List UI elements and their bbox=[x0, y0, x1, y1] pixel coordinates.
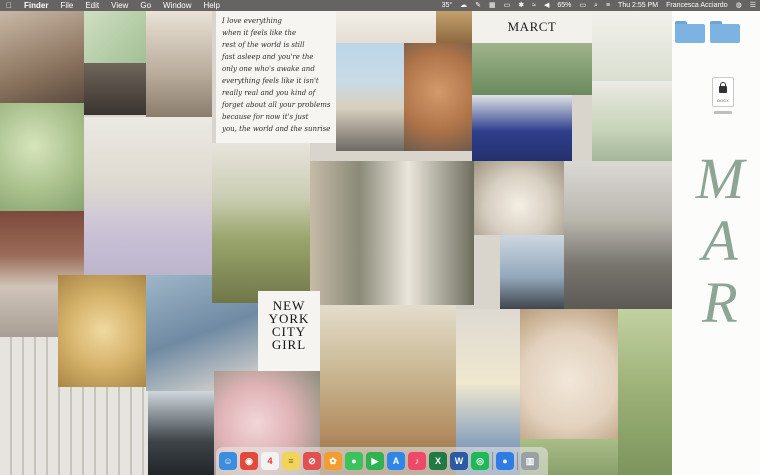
dock-word-icon[interactable]: W bbox=[450, 452, 468, 470]
dock-messages-icon[interactable]: ● bbox=[345, 452, 363, 470]
quote-line: fast asleep and you're the bbox=[222, 53, 314, 61]
cloud-icon[interactable]: ☁ bbox=[456, 0, 471, 11]
photo-hoodie bbox=[148, 391, 214, 475]
photo-knit-sweater bbox=[212, 143, 310, 303]
photo-latte bbox=[436, 11, 472, 43]
quote-line: because for now it's just bbox=[222, 113, 309, 121]
status-area: 35° ☁ ✎ ▦ ▭ ✱ ≈ ◀ 65% ▭ ⌕ ≡ Thu 2:55 PM … bbox=[438, 0, 760, 11]
dock-messenger-icon[interactable]: ● bbox=[496, 452, 514, 470]
photo-flowers-girl bbox=[84, 117, 212, 285]
photo-poodle bbox=[404, 43, 472, 151]
photo-matcha-cake bbox=[618, 309, 672, 475]
nyc-line: GIRL bbox=[271, 337, 307, 352]
magazine-marct: MARCT bbox=[472, 11, 592, 43]
quote-line: when it feels like the bbox=[222, 29, 297, 37]
photo-coffee-girl bbox=[0, 11, 84, 103]
photo-dogs bbox=[84, 63, 146, 115]
quote-line: I love everything bbox=[222, 17, 282, 25]
menu-go[interactable]: Go bbox=[134, 0, 157, 11]
dock-music-icon[interactable]: ♪ bbox=[408, 452, 426, 470]
desktop-area: DOCX M A R bbox=[672, 11, 760, 475]
quote-line: rest of the world is still bbox=[222, 41, 305, 49]
dock-finder-icon[interactable]: ☺ bbox=[219, 452, 237, 470]
photo-pasta bbox=[58, 275, 148, 387]
photo-vase bbox=[592, 11, 672, 81]
dock-notes-icon[interactable]: ≡ bbox=[282, 452, 300, 470]
photo-green-shirt bbox=[84, 11, 146, 63]
user-name[interactable]: Francesca Acciardo bbox=[662, 0, 731, 11]
dock-separator bbox=[492, 452, 493, 470]
quote-line: forget about all your problems bbox=[222, 101, 331, 109]
menu-window[interactable]: Window bbox=[157, 0, 197, 11]
clock[interactable]: Thu 2:55 PM bbox=[614, 0, 662, 11]
app-menu-finder[interactable]: Finder bbox=[18, 0, 54, 11]
magazine-title: MARCT bbox=[507, 19, 557, 34]
dock-excel-icon[interactable]: X bbox=[429, 452, 447, 470]
photo-bouquet bbox=[474, 161, 564, 235]
dock-facetime-icon[interactable]: ▶ bbox=[366, 452, 384, 470]
dock-app-store-icon[interactable]: A bbox=[387, 452, 405, 470]
photo-street-style bbox=[310, 161, 474, 305]
control-center-icon[interactable]: ≡ bbox=[602, 0, 614, 11]
screen-icon[interactable]: ▭ bbox=[500, 0, 515, 11]
dock-calendar-icon[interactable]: 4 bbox=[261, 452, 279, 470]
photo-boots bbox=[500, 235, 564, 319]
menu-help[interactable]: Help bbox=[197, 0, 225, 11]
quote-line: everything feels like it isn't bbox=[222, 77, 319, 85]
grid-icon[interactable]: ▦ bbox=[485, 0, 500, 11]
mar-letter-m: M bbox=[695, 146, 745, 211]
notification-icon[interactable]: ☰ bbox=[746, 0, 760, 11]
dock-separator bbox=[517, 452, 518, 470]
menu-bar:  Finder File Edit View Go Window Help 3… bbox=[0, 0, 760, 11]
photo-blue-sweater bbox=[472, 95, 572, 161]
photo-sweater-shoulders bbox=[592, 81, 672, 161]
pen-icon[interactable]: ✎ bbox=[471, 0, 485, 11]
menu-edit[interactable]: Edit bbox=[79, 0, 105, 11]
dock-blocked-icon[interactable]: ⊘ bbox=[303, 452, 321, 470]
photo-mirror-selfie bbox=[146, 11, 212, 117]
dock-trash-icon[interactable]: ▥ bbox=[521, 452, 539, 470]
quote-note: I love everything when it feels like the… bbox=[216, 11, 336, 143]
file-name-label bbox=[714, 111, 732, 114]
quote-line: only one who's awake and bbox=[222, 65, 315, 73]
mar-letter-r: R bbox=[702, 270, 738, 335]
photo-ivy-house bbox=[472, 43, 592, 95]
photo-beach-walk bbox=[336, 43, 404, 151]
volume-icon[interactable]: ◀ bbox=[540, 0, 553, 11]
battery-icon[interactable]: ▭ bbox=[575, 0, 590, 11]
search-icon[interactable]: ⌕ bbox=[590, 0, 602, 11]
photo-city-street bbox=[564, 161, 672, 309]
photo-pearls bbox=[336, 11, 436, 43]
dock-spotify-icon[interactable]: ◎ bbox=[471, 452, 489, 470]
quote-line: really real and you kind of bbox=[222, 89, 316, 97]
siri-icon[interactable]: ◍ bbox=[732, 0, 746, 11]
menu-file[interactable]: File bbox=[54, 0, 79, 11]
folder-icon[interactable] bbox=[710, 21, 740, 43]
nyc-girl-card: NEW YORK CITY GIRL bbox=[258, 291, 320, 371]
photo-gold-necklace bbox=[520, 309, 618, 439]
dock-chrome-icon[interactable]: ◉ bbox=[240, 452, 258, 470]
battery-percent[interactable]: 65% bbox=[553, 0, 575, 11]
document-file-icon[interactable]: DOCX bbox=[712, 77, 734, 107]
wifi-icon[interactable]: ≈ bbox=[528, 0, 540, 11]
quote-line: you, the world and the sunrise bbox=[222, 125, 331, 133]
bluetooth-icon[interactable]: ✱ bbox=[514, 0, 528, 11]
folder-icon[interactable] bbox=[675, 21, 705, 43]
wallpaper-collage: I love everything when it feels like the… bbox=[0, 11, 672, 475]
mar-letter-a: A bbox=[702, 208, 738, 273]
menu-view[interactable]: View bbox=[105, 0, 134, 11]
apple-menu-icon[interactable]:  bbox=[0, 0, 18, 11]
photo-green-paint bbox=[0, 103, 84, 211]
weather-temperature[interactable]: 35° bbox=[438, 0, 457, 11]
file-type-label: DOCX bbox=[717, 98, 729, 103]
dock-photos-icon[interactable]: ✿ bbox=[324, 452, 342, 470]
dock: ☺ ◉ 4 ≡ ⊘ ✿ ● ▶ A ♪ X W ◎ ● ▥ bbox=[216, 447, 548, 475]
